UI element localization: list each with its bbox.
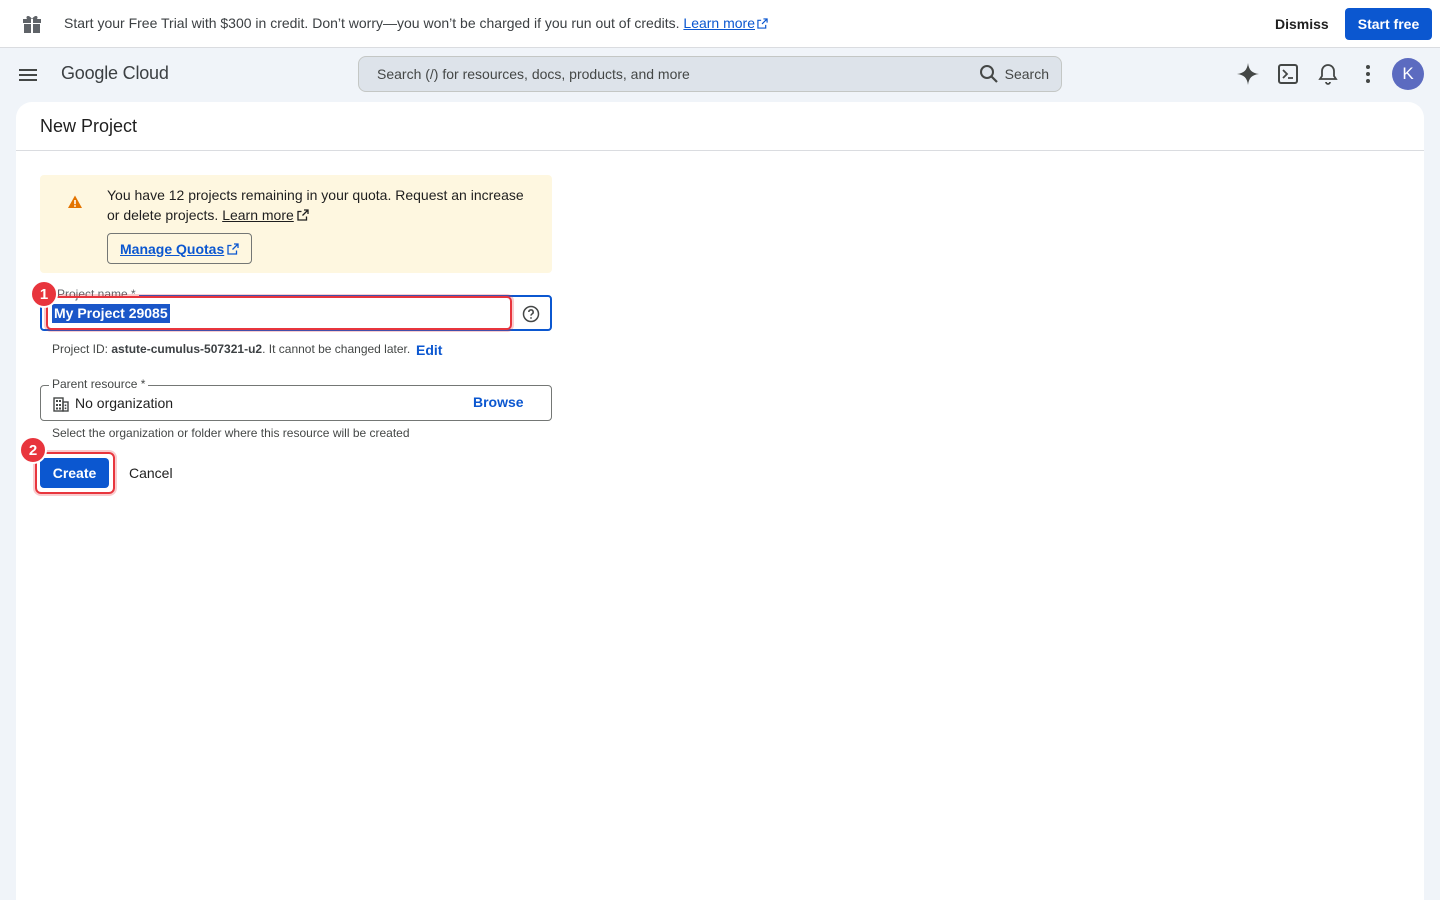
gift-icon (23, 15, 41, 33)
project-id-suffix: . It cannot be changed later. (262, 342, 411, 356)
banner-learn-more-link[interactable]: Learn more (683, 15, 768, 31)
search-icon (979, 65, 998, 83)
parent-resource-label: Parent resource * (49, 377, 149, 391)
external-link-icon (297, 209, 309, 221)
annotation-badge-2: 2 (19, 436, 47, 464)
organization-building-icon (53, 397, 69, 412)
annotation-badge-1: 1 (30, 280, 58, 308)
browse-button[interactable]: Browse (473, 394, 524, 410)
quota-learn-more-label: Learn more (222, 207, 294, 223)
search-input[interactable] (359, 57, 959, 91)
cloud-shell-terminal-icon[interactable] (1276, 62, 1300, 86)
quota-learn-more-link[interactable]: Learn more (222, 207, 294, 223)
more-vert-icon[interactable] (1356, 62, 1380, 86)
dismiss-button[interactable]: Dismiss (1262, 8, 1342, 40)
page-title: New Project (40, 116, 138, 136)
quota-message-text: You have 12 projects remaining in your q… (107, 187, 524, 223)
page-header: New Project (16, 102, 1424, 151)
search-button-label: Search (1004, 66, 1049, 82)
project-id-prefix: Project ID: (52, 342, 109, 356)
edit-project-id-button[interactable]: Edit (416, 342, 442, 358)
new-project-card: New Project You have 12 projects remaini… (16, 102, 1424, 900)
banner-message: Start your Free Trial with $300 in credi… (64, 15, 680, 31)
quota-warning-banner: You have 12 projects remaining in your q… (40, 175, 552, 273)
start-free-button[interactable]: Start free (1345, 8, 1432, 40)
banner-text: Start your Free Trial with $300 in credi… (64, 15, 768, 31)
manage-quotas-label: Manage Quotas (120, 240, 225, 257)
quota-message: You have 12 projects remaining in your q… (107, 185, 537, 225)
google-cloud-logo[interactable]: Google Cloud (61, 63, 169, 84)
notifications-bell-icon[interactable] (1316, 62, 1340, 86)
search-bar: Search (358, 56, 1062, 92)
gemini-sparkle-icon[interactable] (1236, 62, 1260, 86)
parent-resource-value: No organization (75, 395, 174, 411)
project-id-value: astute-cumulus-507321-u2 (111, 342, 263, 356)
external-link-icon (757, 18, 768, 29)
account-avatar[interactable]: K (1392, 58, 1424, 90)
parent-resource-field[interactable]: Parent resource * No organization Browse (40, 377, 552, 421)
free-trial-banner: Start your Free Trial with $300 in credi… (0, 0, 1440, 48)
cancel-button[interactable]: Cancel (117, 458, 185, 488)
search-button[interactable]: Search (979, 63, 1049, 85)
warning-icon (68, 195, 82, 208)
menu-icon[interactable] (16, 63, 40, 87)
help-icon[interactable] (522, 305, 540, 323)
annotation-highlight-1 (46, 296, 512, 330)
project-id-text: Project ID: astute-cumulus-507321-u2. It… (52, 342, 410, 356)
learn-more-label: Learn more (683, 15, 755, 31)
manage-quotas-button[interactable]: Manage Quotas (107, 233, 253, 264)
external-link-icon (227, 242, 239, 255)
annotation-highlight-2 (35, 452, 115, 494)
parent-resource-hint: Select the organization or folder where … (52, 426, 410, 440)
top-app-bar: Google Cloud Search K (0, 49, 1440, 101)
